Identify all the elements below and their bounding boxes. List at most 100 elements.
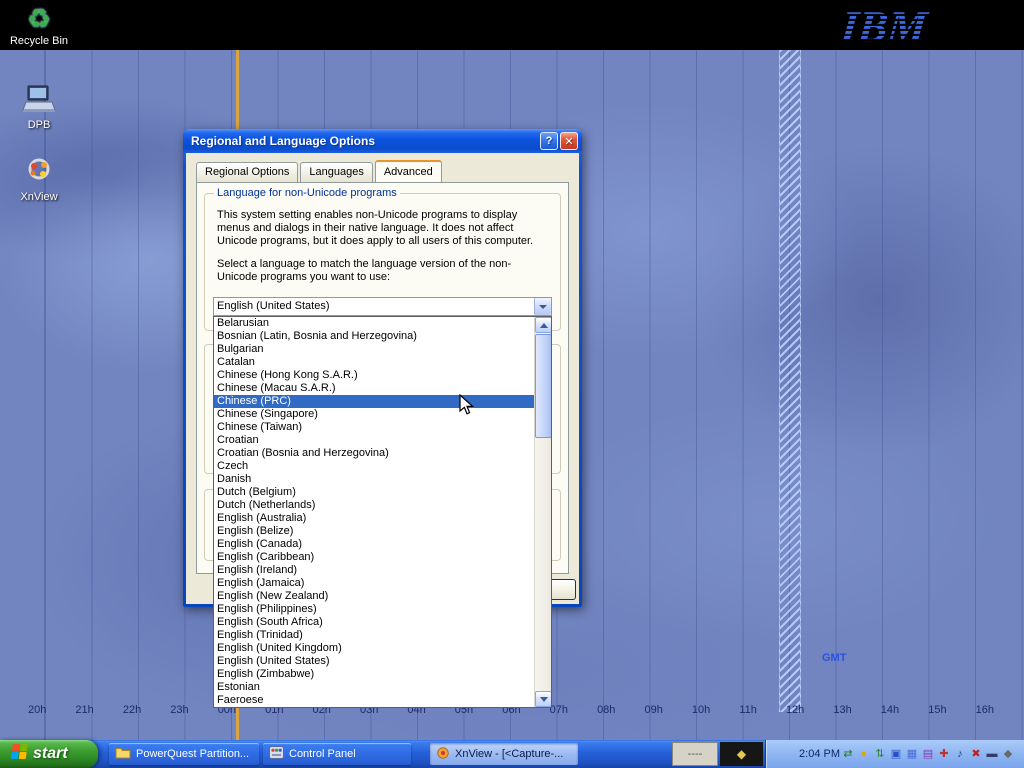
language-option[interactable]: English (Trinidad)	[214, 629, 534, 642]
help-button[interactable]: ?	[540, 132, 558, 150]
gmt-label: GMT	[822, 652, 846, 664]
desktop-icon-xnview[interactable]: XnView	[0, 156, 78, 203]
chevron-down-icon	[539, 305, 547, 309]
dialog-titlebar[interactable]: Regional and Language Options ? ✕	[183, 129, 582, 153]
arrow-up-icon	[540, 323, 548, 328]
language-option[interactable]: Czech	[214, 460, 534, 473]
language-option[interactable]: Chinese (Macau S.A.R.)	[214, 382, 534, 395]
desktop-icon-label: XnView	[20, 191, 57, 203]
deskband-toolbar[interactable]: ----	[672, 742, 718, 766]
taskbar-button-powerquest[interactable]: PowerQuest Partition...	[109, 743, 259, 765]
display-settings-icon[interactable]: ▣	[888, 746, 904, 762]
language-option[interactable]: Catalan	[214, 356, 534, 369]
hour-label: 13h	[833, 704, 851, 716]
groupbox-title: Language for non-Unicode programs	[214, 187, 400, 199]
regional-language-options-dialog: Regional and Language Options ? ✕ Region…	[183, 129, 582, 607]
tab-regional-options[interactable]: Regional Options	[196, 162, 298, 182]
system-tray: 2:04 PM ⇄●⇅▣▦▤✚♪✖▬◆	[765, 740, 1024, 768]
taskbar-button-xnview[interactable]: XnView - [<Capture-...	[430, 743, 578, 765]
taskbar-button-control-panel[interactable]: Control Panel	[263, 743, 411, 765]
language-option[interactable]: Dutch (Belgium)	[214, 486, 534, 499]
language-option[interactable]: Faeroese	[214, 694, 534, 707]
volume-icon[interactable]: ♪	[952, 746, 968, 762]
language-option[interactable]: Chinese (Hong Kong S.A.R.)	[214, 369, 534, 382]
hour-label: 21h	[75, 704, 93, 716]
hour-label: 14h	[881, 704, 899, 716]
scrollbar-thumb[interactable]	[535, 334, 552, 438]
mouse-cursor	[459, 394, 475, 421]
language-option[interactable]: English (Philippines)	[214, 603, 534, 616]
language-option[interactable]: Bosnian (Latin, Bosnia and Herzegovina)	[214, 330, 534, 343]
tab-languages[interactable]: Languages	[300, 162, 372, 182]
status-question-icon[interactable]: ●	[856, 746, 872, 762]
combobox-dropdown-button[interactable]	[534, 298, 551, 315]
language-option[interactable]: English (Canada)	[214, 538, 534, 551]
language-option[interactable]: Chinese (PRC)	[214, 395, 534, 408]
start-button[interactable]: start	[0, 740, 98, 768]
language-option[interactable]: Croatian	[214, 434, 534, 447]
hour-label: 16h	[976, 704, 994, 716]
language-option[interactable]: English (Caribbean)	[214, 551, 534, 564]
language-option[interactable]: English (United States)	[214, 655, 534, 668]
language-option[interactable]: Chinese (Singapore)	[214, 408, 534, 421]
hour-label: 08h	[597, 704, 615, 716]
indicator-icon: ◆	[737, 747, 746, 761]
network-icon[interactable]: ▦	[904, 746, 920, 762]
close-button[interactable]: ✕	[560, 132, 578, 150]
taskbar-button-label: Control Panel	[289, 748, 356, 760]
control-panel-icon	[269, 746, 284, 762]
taskbar-button-label: XnView - [<Capture-...	[455, 748, 563, 760]
desktop-icon-label: Recycle Bin	[10, 35, 68, 47]
dark-toolbar[interactable]: ◆	[720, 742, 763, 766]
language-option[interactable]: English (South Africa)	[214, 616, 534, 629]
arrow-down-icon	[540, 697, 548, 702]
non-unicode-language-combobox[interactable]: English (United States)	[213, 297, 552, 316]
desktop-icon-label: DPB	[28, 119, 51, 131]
language-option[interactable]: English (Zimbabwe)	[214, 668, 534, 681]
xnview-icon	[23, 156, 55, 189]
tab-advanced[interactable]: Advanced	[375, 160, 442, 182]
combobox-value: English (United States)	[214, 298, 534, 315]
partition-icon[interactable]: ▤	[920, 746, 936, 762]
language-option[interactable]: English (Belize)	[214, 525, 534, 538]
mute-icon[interactable]: ✖	[968, 746, 984, 762]
groupbox-instruction: Select a language to match the language …	[217, 258, 548, 284]
language-option[interactable]: English (Ireland)	[214, 564, 534, 577]
scrollbar-track[interactable]	[534, 317, 551, 707]
scrollbar-up-button[interactable]	[535, 317, 552, 333]
dialog-title: Regional and Language Options	[191, 134, 538, 148]
hour-label: 15h	[928, 704, 946, 716]
language-dropdown-list[interactable]: BelarusianBosnian (Latin, Bosnia and Her…	[213, 316, 552, 708]
language-option[interactable]: Dutch (Netherlands)	[214, 499, 534, 512]
language-option[interactable]: English (New Zealand)	[214, 590, 534, 603]
language-option[interactable]: Belarusian	[214, 317, 534, 330]
desktop-icon-recycle-bin[interactable]: ♻ Recycle Bin	[0, 5, 78, 47]
taskbar: start PowerQuest Partition... Control	[0, 740, 1024, 768]
hour-label: 07h	[550, 704, 568, 716]
language-option[interactable]: Bulgarian	[214, 343, 534, 356]
hour-label: 20h	[28, 704, 46, 716]
language-option[interactable]: English (Jamaica)	[214, 577, 534, 590]
hour-label: 12h	[786, 704, 804, 716]
laptop-icon	[22, 84, 56, 117]
hour-label: 22h	[123, 704, 141, 716]
taskbar-clock[interactable]: 2:04 PM	[799, 748, 840, 760]
language-option[interactable]: Estonian	[214, 681, 534, 694]
scrollbar-down-button[interactable]	[535, 691, 552, 707]
taskbar-button-label: PowerQuest Partition...	[136, 748, 249, 760]
desktop-icon-dpb[interactable]: DPB	[0, 84, 78, 131]
updates-icon[interactable]: ⇅	[872, 746, 888, 762]
language-option[interactable]: English (United Kingdom)	[214, 642, 534, 655]
language-option[interactable]: English (Australia)	[214, 512, 534, 525]
hour-label: 11h	[739, 704, 757, 716]
ibm-logo: IBM	[834, 1, 938, 54]
language-option[interactable]: Croatian (Bosnia and Herzegovina)	[214, 447, 534, 460]
hour-label: 10h	[692, 704, 710, 716]
safely-remove-icon[interactable]: ⇄	[840, 746, 856, 762]
language-option[interactable]: Danish	[214, 473, 534, 486]
svg-text:IBM: IBM	[838, 2, 931, 49]
scheduler-icon[interactable]: ◆	[1000, 746, 1016, 762]
keyboard-icon[interactable]: ▬	[984, 746, 1000, 762]
language-option[interactable]: Chinese (Taiwan)	[214, 421, 534, 434]
antivirus-icon[interactable]: ✚	[936, 746, 952, 762]
